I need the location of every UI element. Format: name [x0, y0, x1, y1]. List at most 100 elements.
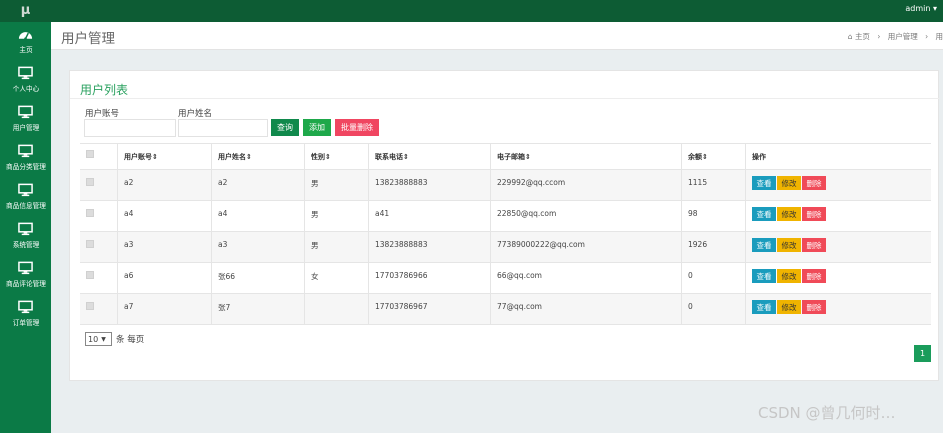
column-header-gender[interactable]: 性别 ⇕ [304, 144, 368, 169]
select-all-checkbox[interactable] [86, 150, 94, 158]
page-button-current[interactable]: 1 [914, 345, 931, 362]
breadcrumb-current[interactable]: 用户管理 [888, 32, 918, 41]
view-button[interactable]: 查看 [752, 300, 776, 314]
column-header-phone[interactable]: 联系电话 ⇕ [368, 144, 490, 169]
sidebar-item-system-management[interactable]: 系统管理 [0, 217, 51, 256]
cell-phone: 13823888883 [368, 232, 490, 262]
edit-button[interactable]: 修改 [777, 238, 801, 252]
cell-balance: 0 [681, 263, 745, 293]
edit-button[interactable]: 修改 [777, 207, 801, 221]
batch-delete-button[interactable]: 批量删除 [335, 119, 379, 136]
add-button[interactable]: 添加 [303, 119, 331, 136]
delete-button[interactable]: 删除 [802, 238, 826, 252]
monitor-icon [18, 300, 33, 314]
table-header-row: 用户账号 ⇕ 用户姓名 ⇕ 性别 ⇕ 联系电话 ⇕ 电子邮箱 ⇕ 余额 ⇕ 操作 [80, 144, 931, 170]
view-button[interactable]: 查看 [752, 207, 776, 221]
cell-email: 22850@qq.com [490, 201, 681, 231]
delete-button[interactable]: 删除 [802, 207, 826, 221]
sidebar-item-product-management[interactable]: 商品信息管理 [0, 178, 51, 217]
cell-name: a2 [211, 170, 304, 200]
row-checkbox-cell [80, 232, 117, 262]
cell-name: a3 [211, 232, 304, 262]
top-bar: μ admin ▾ [0, 0, 943, 22]
home-icon: ⌂ [847, 32, 853, 41]
row-checkbox[interactable] [86, 271, 94, 279]
sidebar-item-label: 商品信息管理 [5, 202, 46, 210]
sidebar: 主页 个人中心 用户管理 商品分类管理 商品信息管理 系统管理 商品评论管理 订… [0, 22, 51, 433]
sidebar-item-label: 商品评论管理 [5, 280, 46, 288]
cell-gender: 男 [304, 170, 368, 200]
cell-name: 张7 [211, 294, 304, 324]
sort-icon: ⇕ [702, 152, 708, 161]
cell-balance: 1926 [681, 232, 745, 262]
edit-button[interactable]: 修改 [777, 269, 801, 283]
view-button[interactable]: 查看 [752, 238, 776, 252]
page-size-suffix: 条 每页 [116, 335, 145, 345]
admin-user-menu[interactable]: admin ▾ [905, 0, 937, 18]
delete-button[interactable]: 删除 [802, 176, 826, 190]
column-header-actions: 操作 [745, 144, 931, 169]
delete-button[interactable]: 删除 [802, 300, 826, 314]
chevron-down-icon: ▼ [101, 335, 106, 343]
cell-name: 张66 [211, 263, 304, 293]
sidebar-item-user-management[interactable]: 用户管理 [0, 100, 51, 139]
account-filter-label: 用户账号 [85, 109, 120, 119]
cell-account: a4 [117, 201, 211, 231]
chevron-right-icon: › [877, 32, 881, 41]
column-header-email[interactable]: 电子邮箱 ⇕ [490, 144, 681, 169]
select-all-checkbox-cell [80, 144, 117, 169]
row-checkbox[interactable] [86, 240, 94, 248]
table-row: a4 a4 男 a41 22850@qq.com 98 查看 修改 删除 [80, 201, 931, 232]
edit-button[interactable]: 修改 [777, 300, 801, 314]
view-button[interactable]: 查看 [752, 176, 776, 190]
edit-button[interactable]: 修改 [777, 176, 801, 190]
column-header-balance[interactable]: 余额 ⇕ [681, 144, 745, 169]
page-size-select[interactable]: 10 ▼ [85, 332, 112, 346]
monitor-icon [18, 66, 33, 80]
delete-button[interactable]: 删除 [802, 269, 826, 283]
cell-account: a6 [117, 263, 211, 293]
row-checkbox-cell [80, 201, 117, 231]
sort-icon: ⇕ [325, 152, 331, 161]
cell-name: a4 [211, 201, 304, 231]
breadcrumb-truncated[interactable]: 用 [936, 32, 943, 41]
cell-gender: 男 [304, 201, 368, 231]
account-filter-input[interactable] [84, 119, 176, 137]
table-row: a3 a3 男 13823888883 77389000222@qq.com 1… [80, 232, 931, 263]
row-checkbox-cell [80, 170, 117, 200]
search-button[interactable]: 查询 [271, 119, 299, 136]
sidebar-item-order-management[interactable]: 订单管理 [0, 295, 51, 334]
sort-icon: ⇕ [525, 152, 531, 161]
watermark: CSDN @曾几何时… [758, 404, 896, 422]
view-button[interactable]: 查看 [752, 269, 776, 283]
sidebar-item-personal-center[interactable]: 个人中心 [0, 61, 51, 100]
cell-actions: 查看 修改 删除 [745, 201, 931, 231]
sidebar-item-category-management[interactable]: 商品分类管理 [0, 139, 51, 178]
sidebar-item-home[interactable]: 主页 [0, 22, 51, 61]
table-row: a6 张66 女 17703786966 66@qq.com 0 查看 修改 删… [80, 263, 931, 294]
table-row: a2 a2 男 13823888883 229992@qq.ccom 1115 … [80, 170, 931, 201]
cell-email: 77@qq.com [490, 294, 681, 324]
chevron-right-icon: › [925, 32, 929, 41]
page-header: 用户管理 ⌂ 主页 › 用户管理 › 用 [51, 22, 943, 50]
breadcrumb-home[interactable]: 主页 [855, 32, 870, 41]
name-filter-input[interactable] [178, 119, 268, 137]
row-checkbox[interactable] [86, 209, 94, 217]
sidebar-item-label: 商品分类管理 [5, 163, 46, 171]
monitor-icon [18, 144, 33, 158]
cell-account: a3 [117, 232, 211, 262]
divider [70, 98, 940, 99]
column-header-account[interactable]: 用户账号 ⇕ [117, 144, 211, 169]
sidebar-item-label: 订单管理 [12, 319, 39, 327]
row-checkbox-cell [80, 263, 117, 293]
sort-icon: ⇕ [403, 152, 409, 161]
sidebar-item-review-management[interactable]: 商品评论管理 [0, 256, 51, 295]
sidebar-item-label: 用户管理 [12, 124, 39, 132]
row-checkbox[interactable] [86, 178, 94, 186]
cell-balance: 98 [681, 201, 745, 231]
cell-phone: a41 [368, 201, 490, 231]
sidebar-item-label: 系统管理 [12, 241, 39, 249]
row-checkbox[interactable] [86, 302, 94, 310]
column-header-name[interactable]: 用户姓名 ⇕ [211, 144, 304, 169]
app-logo[interactable]: μ [0, 0, 51, 22]
